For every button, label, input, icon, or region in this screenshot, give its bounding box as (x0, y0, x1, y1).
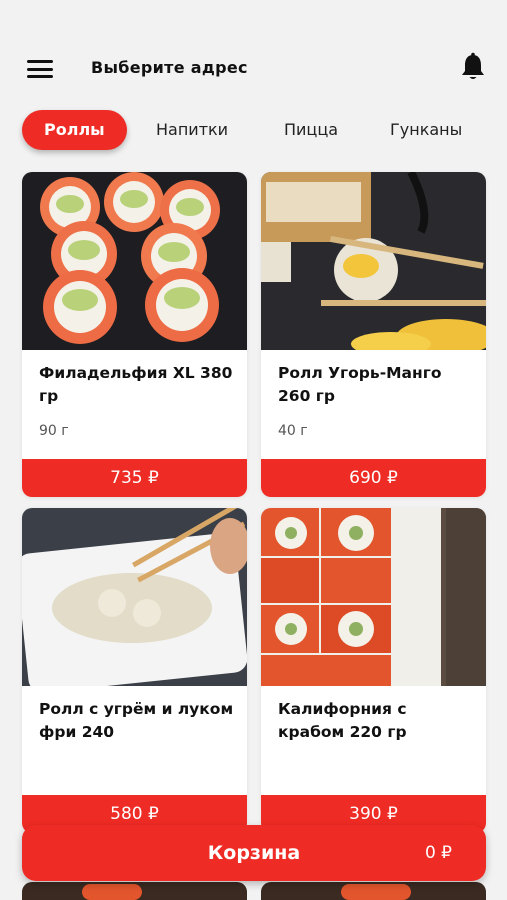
product-card-partial (261, 882, 486, 900)
tab-rolls[interactable]: Роллы (22, 110, 127, 150)
product-price-button[interactable]: 690 ₽ (261, 459, 486, 497)
cart-button[interactable]: Корзина 0 ₽ (22, 825, 486, 881)
product-card[interactable]: Филадельфия XL 380 гр 90 г 735 ₽ (22, 172, 247, 497)
product-title: Ролл с угрём и луком фри 240 (39, 700, 234, 741)
product-image-eel-fried-onion (22, 508, 247, 686)
product-card-partial (22, 882, 247, 900)
product-weight: 40 г (278, 423, 308, 439)
product-title: Ролл Угорь-Манго 260 гр (278, 364, 442, 405)
product-card[interactable]: Калифорния с крабом 220 гр 390 ₽ (261, 508, 486, 833)
product-image-eel-mango (261, 172, 486, 350)
product-card[interactable]: Ролл Угорь-Манго 260 гр 40 г 690 ₽ (261, 172, 486, 497)
tab-pizza[interactable]: Пицца (284, 110, 338, 150)
category-tabs: Роллы Напитки Пицца Гунканы (0, 110, 507, 154)
cart-total: 0 ₽ (424, 843, 452, 863)
tab-drinks[interactable]: Напитки (156, 110, 228, 150)
bell-icon[interactable] (458, 52, 488, 82)
product-title: Калифорния с крабом 220 гр (278, 700, 407, 741)
product-title: Филадельфия XL 380 гр (39, 364, 233, 405)
product-card[interactable]: Ролл с угрём и луком фри 240 580 ₽ (22, 508, 247, 833)
hamburger-menu-icon[interactable] (25, 58, 55, 80)
product-price-button[interactable]: 735 ₽ (22, 459, 247, 497)
product-weight: 90 г (39, 423, 69, 439)
product-image-california-crab (261, 508, 486, 686)
product-image-philadelphia (22, 172, 247, 350)
app-header: Выберите адрес Роллы Напитки Пицца Гунка… (0, 0, 507, 162)
tab-gunkans[interactable]: Гунканы (390, 110, 462, 150)
cart-label: Корзина (207, 842, 301, 864)
address-selector[interactable]: Выберите адрес (91, 58, 248, 77)
